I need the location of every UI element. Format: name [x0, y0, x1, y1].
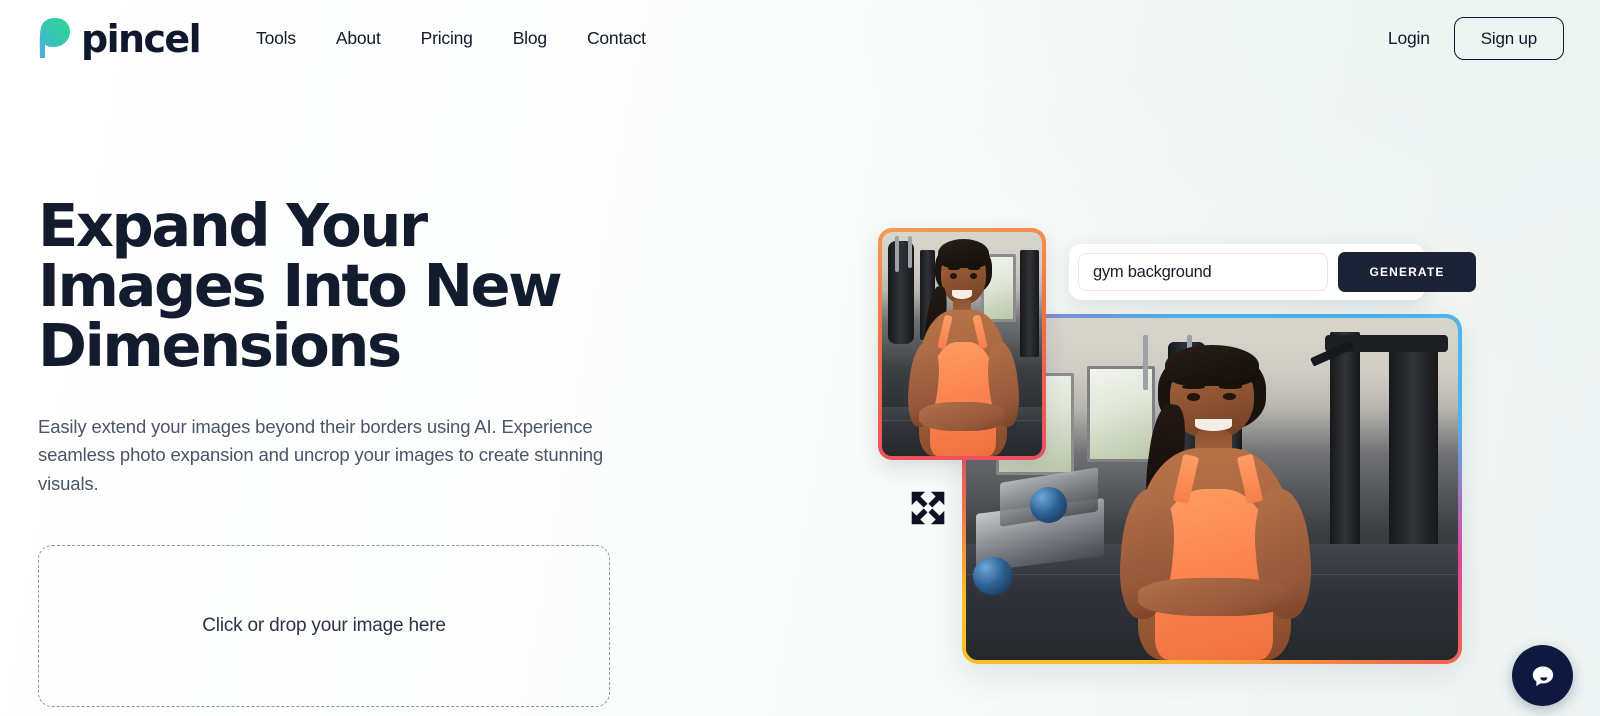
original-image [882, 232, 1042, 456]
chat-bubble-icon [1532, 666, 1553, 686]
nav-item-contact[interactable]: Contact [587, 28, 646, 49]
brand-name: pincel [81, 17, 202, 61]
signup-button[interactable]: Sign up [1453, 16, 1564, 60]
header-actions: Login Sign up [1388, 16, 1564, 60]
nav-item-pricing[interactable]: Pricing [421, 28, 473, 49]
nav-item-about[interactable]: About [336, 28, 381, 49]
main-navigation: Tools About Pricing Blog Contact [256, 28, 646, 49]
demo-preview: GENERATE [865, 210, 1505, 690]
prompt-input[interactable] [1078, 253, 1328, 291]
hero-text-column: Expand Your Images Into New Dimensions E… [38, 191, 658, 707]
dropzone-label: Click or drop your image here [202, 614, 446, 636]
prompt-bar: GENERATE [1069, 244, 1476, 300]
page-title: Expand Your Images Into New Dimensions [38, 191, 563, 381]
generate-button[interactable]: GENERATE [1338, 252, 1476, 292]
original-image-frame[interactable] [878, 228, 1046, 460]
pincel-logo-icon [39, 18, 70, 58]
expand-arrows-icon [911, 491, 945, 525]
site-header: pincel Tools About Pricing Blog Contact … [0, 0, 1600, 76]
hero-subtitle: Easily extend your images beyond their b… [38, 415, 603, 494]
nav-item-blog[interactable]: Blog [513, 28, 547, 49]
chat-widget-button[interactable] [1512, 645, 1573, 706]
login-link[interactable]: Login [1388, 28, 1430, 49]
nav-item-tools[interactable]: Tools [256, 28, 296, 49]
brand-logo-link[interactable]: pincel [36, 17, 202, 61]
image-dropzone[interactable]: Click or drop your image here [38, 544, 610, 707]
